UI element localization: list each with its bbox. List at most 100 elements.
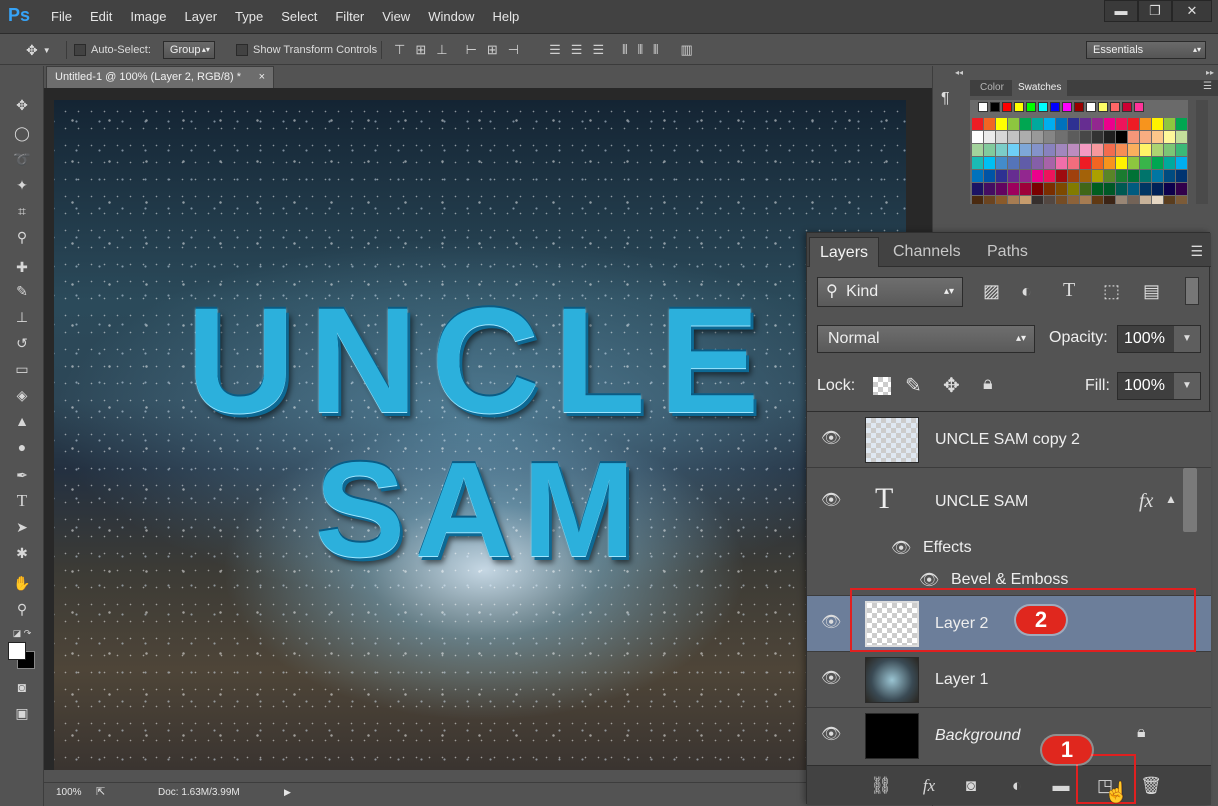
menu-layer[interactable]: Layer [176, 0, 227, 34]
marquee-tool-icon[interactable]: ◯ [10, 122, 34, 144]
eye-icon[interactable]: 👁︎ [821, 428, 843, 450]
swatch[interactable] [990, 102, 1000, 112]
swatch[interactable] [1008, 196, 1019, 204]
status-menu-icon[interactable]: ▶ [284, 783, 291, 802]
workspace-dropdown[interactable]: Essentials ▴▾ [1086, 41, 1206, 59]
layer-row[interactable]: 👁︎ Layer 1 [807, 652, 1211, 708]
swatch[interactable] [1032, 131, 1043, 143]
swatch[interactable] [972, 196, 983, 204]
swatch[interactable] [996, 183, 1007, 195]
swatch[interactable] [1128, 144, 1139, 156]
swatch[interactable] [1164, 183, 1175, 195]
swatch[interactable] [1080, 196, 1091, 204]
swatch[interactable] [972, 157, 983, 169]
swatch[interactable] [972, 183, 983, 195]
filter-pixel-icon[interactable]: ▨ [983, 281, 1000, 302]
swatch[interactable] [996, 144, 1007, 156]
type-tool-icon[interactable]: T [10, 490, 34, 512]
swatch[interactable] [1068, 196, 1079, 204]
align-top-icon[interactable]: ⊤ [394, 42, 405, 58]
swatch[interactable] [1020, 131, 1031, 143]
swatch[interactable] [1044, 131, 1055, 143]
collapse-arrow-icon[interactable]: ▲ [1165, 492, 1177, 506]
swatch[interactable] [1152, 118, 1163, 130]
paragraph-panel-icon[interactable]: ¶ [941, 90, 950, 108]
adjustment-layer-icon[interactable]: ◐ [1003, 772, 1031, 800]
swatch[interactable] [1032, 157, 1043, 169]
blur-tool-icon[interactable]: ▲ [10, 410, 34, 432]
swatch[interactable] [1044, 183, 1055, 195]
auto-align-icon[interactable]: ▥ [681, 42, 693, 58]
magic-wand-icon[interactable]: ✦ [10, 174, 34, 196]
swatch[interactable] [1038, 102, 1048, 112]
brush-tool-icon[interactable]: ✎ [10, 280, 34, 302]
lock-image-icon[interactable]: ✎ [905, 373, 922, 398]
swatch[interactable] [1164, 131, 1175, 143]
swatch[interactable] [1134, 102, 1144, 112]
swatch[interactable] [984, 157, 995, 169]
swatch[interactable] [1140, 196, 1151, 204]
layer-row[interactable]: 👁︎ UNCLE SAM copy 2 [807, 412, 1211, 468]
collapse-icon[interactable]: ◂◂ [955, 68, 963, 77]
swatch[interactable] [1008, 170, 1019, 182]
swatch[interactable] [972, 118, 983, 130]
zoom-tool-icon[interactable]: ⚲ [10, 598, 34, 620]
swatch[interactable] [984, 118, 995, 130]
opacity-input[interactable]: 100% ▼ [1117, 325, 1201, 353]
swatch[interactable] [1074, 102, 1084, 112]
swatch[interactable] [972, 144, 983, 156]
swatch[interactable] [1068, 170, 1079, 182]
swatch[interactable] [1164, 196, 1175, 204]
custom-shape-icon[interactable]: ✱ [10, 542, 34, 564]
swatch[interactable] [1164, 118, 1175, 130]
tab-color[interactable]: Color [974, 80, 1010, 96]
fill-input[interactable]: 100% ▼ [1117, 372, 1201, 400]
swatch[interactable] [1164, 170, 1175, 182]
swatch[interactable] [1176, 170, 1187, 182]
swatch[interactable] [1104, 131, 1115, 143]
menu-view[interactable]: View [373, 0, 419, 34]
swatch-scrollbar[interactable] [1196, 100, 1208, 204]
swatch[interactable] [1020, 118, 1031, 130]
swatch[interactable] [1044, 196, 1055, 204]
swatch[interactable] [1020, 170, 1031, 182]
swatch[interactable] [972, 131, 983, 143]
swatch[interactable] [1152, 183, 1163, 195]
swatch[interactable] [1002, 102, 1012, 112]
swatch[interactable] [1116, 118, 1127, 130]
swatch[interactable] [1080, 157, 1091, 169]
move-tool-icon[interactable]: ✥ [10, 94, 34, 116]
swatch[interactable] [1176, 118, 1187, 130]
swatch[interactable] [972, 170, 983, 182]
swatch[interactable] [1152, 170, 1163, 182]
align-left-icon[interactable]: ⊢ [466, 42, 477, 58]
swatch[interactable] [1104, 144, 1115, 156]
swatch[interactable] [1044, 144, 1055, 156]
menu-window[interactable]: Window [419, 0, 483, 34]
distribute-bottom-icon[interactable]: ☰ [592, 42, 604, 58]
swatch[interactable] [1128, 157, 1139, 169]
swatch[interactable] [1056, 157, 1067, 169]
filter-shape-icon[interactable]: ⬚ [1103, 281, 1120, 302]
clone-stamp-icon[interactable]: ⊥ [10, 306, 34, 328]
swatch[interactable] [984, 170, 995, 182]
quick-mask-icon[interactable]: ◙ [10, 676, 34, 698]
swatch[interactable] [1032, 144, 1043, 156]
swatch[interactable] [1008, 118, 1019, 130]
swatch[interactable] [1092, 157, 1103, 169]
align-vcenter-icon[interactable]: ⊞ [415, 42, 426, 58]
chevron-down-icon[interactable]: ▼ [1174, 326, 1200, 352]
swatch[interactable] [1104, 157, 1115, 169]
swatch[interactable] [1080, 118, 1091, 130]
healing-brush-icon[interactable]: ✚ [10, 256, 34, 278]
swatch[interactable] [1176, 157, 1187, 169]
distribute-hcenter-icon[interactable]: ⫴ [638, 42, 643, 58]
swatch[interactable] [1080, 131, 1091, 143]
layer-row[interactable]: 👁︎ T UNCLE SAM fx ▲ [807, 468, 1211, 534]
swatch[interactable] [1056, 144, 1067, 156]
distribute-top-icon[interactable]: ☰ [549, 42, 561, 58]
screen-mode-icon[interactable]: ▣ [10, 702, 34, 724]
align-bottom-icon[interactable]: ⊥ [436, 42, 447, 58]
swatch-grid[interactable] [970, 100, 1188, 204]
menu-help[interactable]: Help [483, 0, 528, 34]
